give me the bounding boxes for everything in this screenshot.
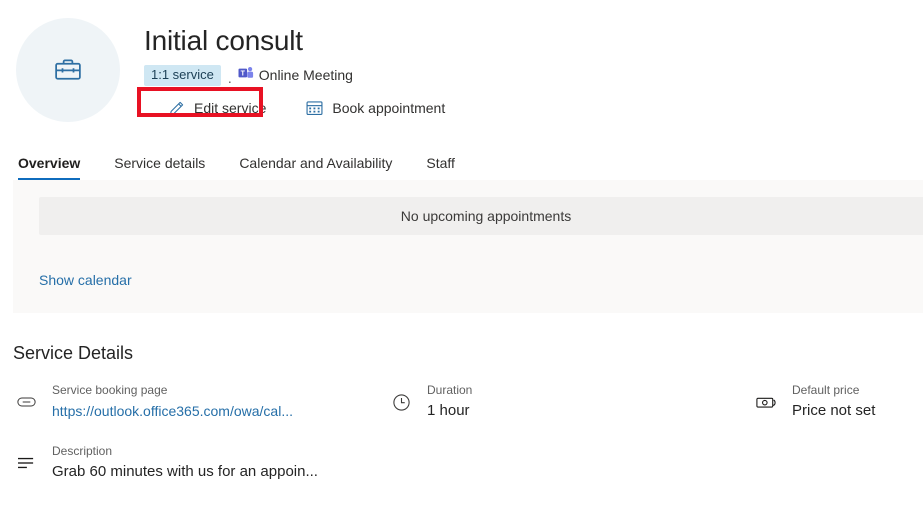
detail-body: Duration 1 hour bbox=[427, 382, 472, 421]
header-main: Initial consult 1:1 service . T Online M… bbox=[144, 14, 923, 122]
book-appointment-button[interactable]: Book appointment bbox=[304, 94, 445, 122]
detail-label: Service booking page bbox=[52, 383, 168, 397]
money-icon bbox=[753, 387, 779, 417]
tab-staff[interactable]: Staff bbox=[426, 155, 455, 180]
calendar-icon bbox=[304, 98, 324, 118]
detail-description: Description Grab 60 minutes with us for … bbox=[13, 443, 388, 482]
service-details-column-right: Default price Price not set bbox=[753, 382, 923, 504]
empty-appointments-state: No upcoming appointments bbox=[39, 197, 923, 235]
default-price-value: Price not set bbox=[792, 402, 876, 419]
status-badge: 1:1 service bbox=[144, 64, 221, 86]
booking-page-url[interactable]: https://outlook.office365.com/owa/cal... bbox=[52, 401, 293, 421]
tab-service-details[interactable]: Service details bbox=[114, 155, 205, 180]
service-details-column-middle: Duration 1 hour bbox=[388, 382, 753, 504]
edit-service-label: Edit service bbox=[194, 100, 267, 116]
clock-icon bbox=[388, 387, 414, 417]
detail-duration: Duration 1 hour bbox=[388, 382, 753, 421]
tab-bar: Overview Service details Calendar and Av… bbox=[0, 142, 923, 180]
svg-text:T: T bbox=[240, 70, 245, 77]
edit-service-button[interactable]: Edit service bbox=[166, 94, 266, 122]
teams-icon: T bbox=[238, 66, 254, 85]
detail-booking-page: Service booking page https://outlook.off… bbox=[13, 382, 388, 421]
detail-default-price: Default price Price not set bbox=[753, 382, 923, 421]
page-title: Initial consult bbox=[144, 25, 303, 56]
detail-label: Default price bbox=[792, 383, 860, 397]
show-calendar-link[interactable]: Show calendar bbox=[39, 272, 132, 288]
detail-body: Description Grab 60 minutes with us for … bbox=[52, 443, 318, 482]
empty-appointments-text: No upcoming appointments bbox=[400, 208, 572, 224]
subtitle-row: 1:1 service . T Online Meeting bbox=[144, 64, 923, 86]
link-icon bbox=[13, 387, 39, 417]
service-details-title: Service Details bbox=[13, 343, 134, 363]
detail-label: Duration bbox=[427, 383, 473, 397]
avatar bbox=[16, 18, 120, 122]
briefcase-icon bbox=[53, 55, 83, 85]
separator-dot: . bbox=[227, 70, 232, 86]
header-action-row: Edit service Book appointment bbox=[144, 94, 923, 122]
show-calendar-row: Show calendar bbox=[39, 272, 923, 290]
service-details-grid: Service booking page https://outlook.off… bbox=[0, 382, 923, 504]
tab-calendar-and-availability[interactable]: Calendar and Availability bbox=[239, 155, 392, 180]
description-value: Grab 60 minutes with us for an appoin... bbox=[52, 463, 318, 480]
upcoming-appointments-panel: No upcoming appointments Show calendar bbox=[13, 180, 923, 313]
detail-label: Description bbox=[52, 444, 113, 458]
service-details-column-left: Service booking page https://outlook.off… bbox=[13, 382, 388, 504]
meeting-type-label: Online Meeting bbox=[258, 67, 353, 83]
tab-overview[interactable]: Overview bbox=[18, 155, 81, 180]
book-appointment-label: Book appointment bbox=[332, 100, 446, 116]
duration-value: 1 hour bbox=[427, 402, 470, 419]
page-header: Initial consult 1:1 service . T Online M… bbox=[0, 0, 923, 126]
detail-body: Service booking page https://outlook.off… bbox=[52, 382, 293, 421]
detail-body: Default price Price not set bbox=[792, 382, 875, 421]
pencil-icon bbox=[166, 98, 186, 118]
description-icon bbox=[13, 448, 39, 478]
